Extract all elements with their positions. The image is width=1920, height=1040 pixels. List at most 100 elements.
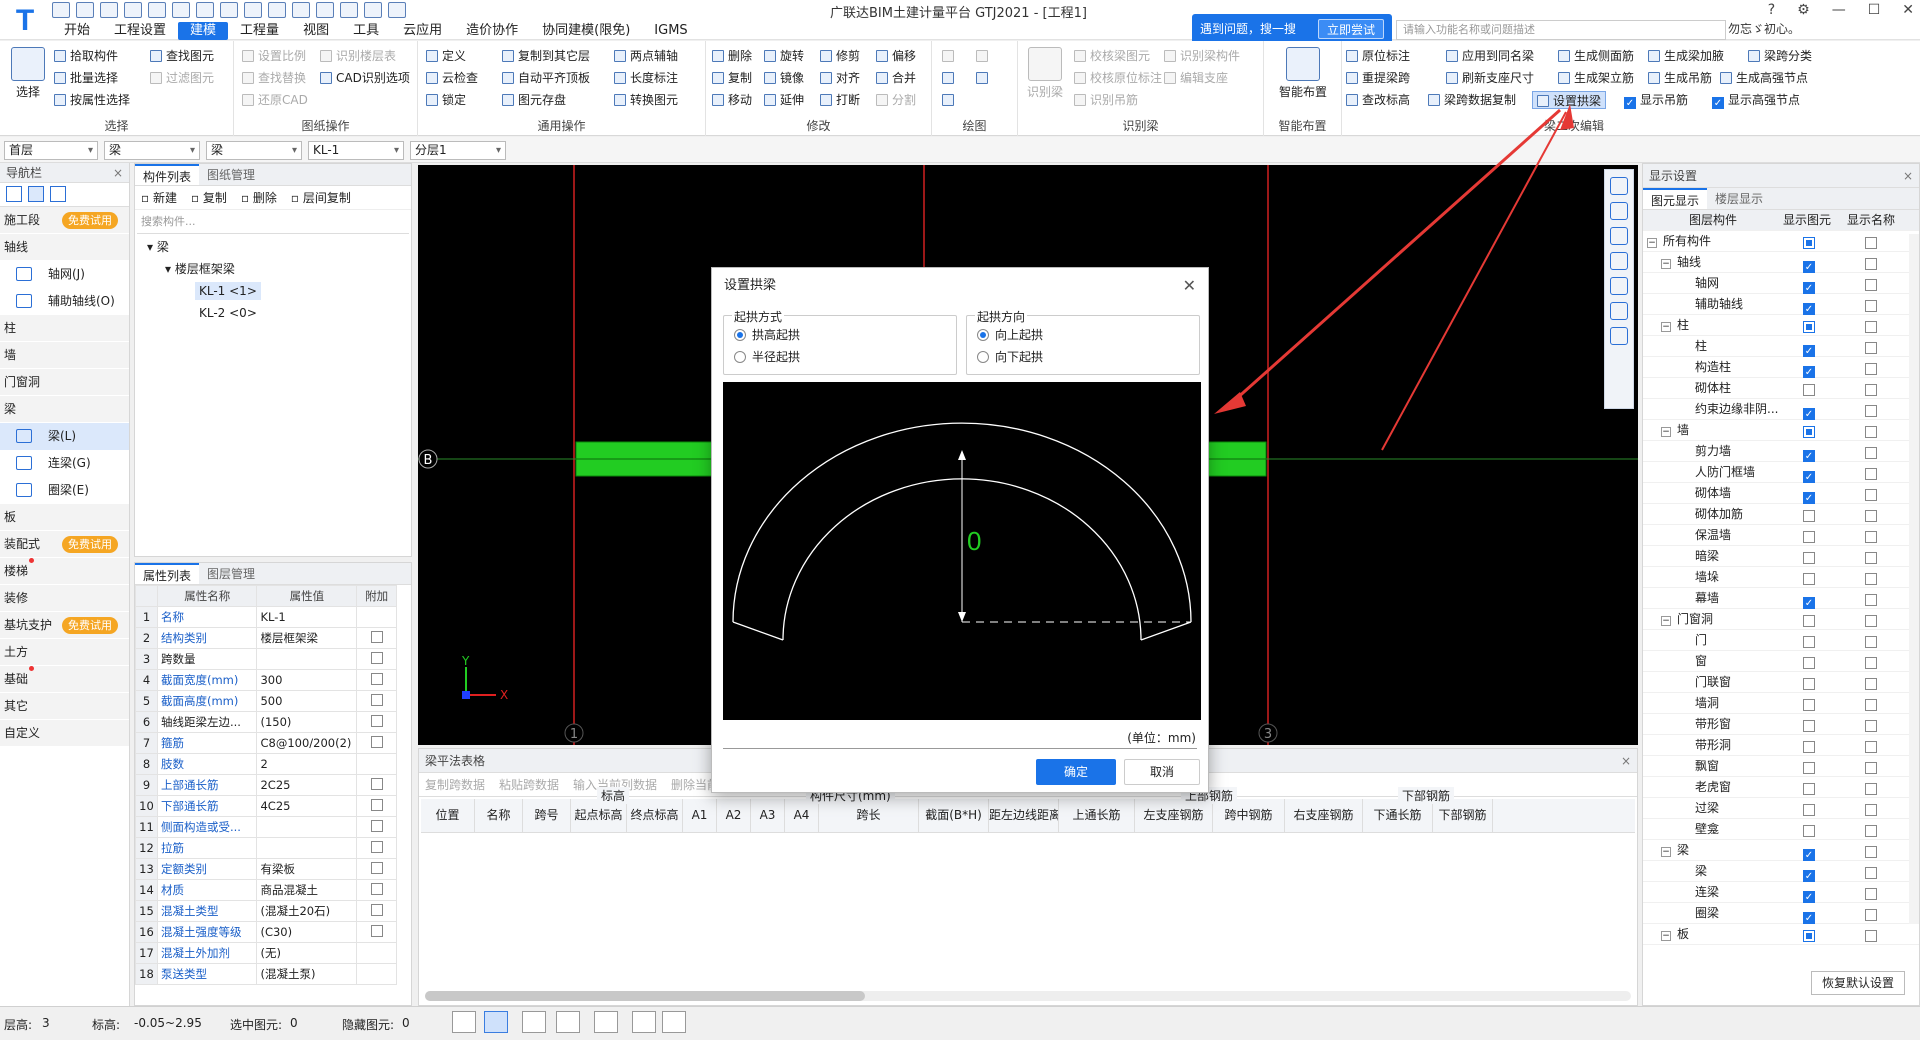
dialog-close-icon[interactable]: ✕ <box>1183 268 1196 304</box>
horizontal-scrollbar[interactable] <box>425 991 1631 1001</box>
free-trial-badge[interactable]: 免费试用 <box>62 212 118 229</box>
property-row[interactable]: 14 材质 商品混凝土 <box>135 879 397 901</box>
calc-icon[interactable] <box>220 2 238 18</box>
show-name-checkbox[interactable] <box>1865 237 1877 249</box>
mirror-button[interactable]: 镜像 <box>764 69 804 87</box>
display-row[interactable]: 连梁 <box>1643 882 1919 903</box>
recognize-hanger-button[interactable]: 识别吊筋 <box>1074 91 1138 109</box>
show-name-checkbox[interactable] <box>1865 867 1877 879</box>
show-high-strength-toggle[interactable]: 显示高强节点 <box>1712 91 1800 109</box>
copy-span-data-button[interactable]: 梁跨数据复制 <box>1428 91 1516 109</box>
save-icon[interactable] <box>100 2 118 18</box>
display-row[interactable]: 暗梁 <box>1643 546 1919 567</box>
show-element-checkbox[interactable] <box>1803 657 1815 669</box>
property-row[interactable]: 6 轴线距梁左边... (150) <box>135 711 397 733</box>
tab-drawing-manage[interactable]: 图纸管理 <box>199 164 263 185</box>
scrollbar-thumb[interactable] <box>425 991 865 1001</box>
trim-button[interactable]: 修剪 <box>820 47 860 65</box>
re-extract-span-button[interactable]: 重提梁跨 <box>1346 69 1410 87</box>
show-name-checkbox[interactable] <box>1865 909 1877 921</box>
property-row[interactable]: 17 混凝土外加剂 (无) <box>135 942 397 964</box>
redo-icon[interactable] <box>148 2 166 18</box>
nav-item-7[interactable]: 梁 <box>0 396 129 423</box>
set-arch-beam-button[interactable]: 设置拱梁 <box>1532 91 1607 109</box>
attach-checkbox[interactable] <box>370 882 383 895</box>
split-button[interactable]: 分割 <box>876 91 916 109</box>
show-name-checkbox[interactable] <box>1865 888 1877 900</box>
display-row[interactable]: 带形洞 <box>1643 735 1919 756</box>
copy-button[interactable]: 复制 <box>712 69 752 87</box>
auto-align-slab-button[interactable]: 自动平齐顶板 <box>502 69 590 87</box>
show-element-checkbox[interactable] <box>1803 426 1815 438</box>
cross-snap-icon[interactable] <box>522 1011 546 1033</box>
view-layer-icon[interactable] <box>1610 302 1628 320</box>
lock-button[interactable]: 锁定 <box>426 91 466 109</box>
display-row[interactable]: 门 <box>1643 630 1919 651</box>
copy-to-other-floor-button[interactable]: 复制到其它层 <box>502 47 590 65</box>
property-value[interactable]: 商品混凝土 <box>256 879 358 901</box>
restore-default-button[interactable]: 恢复默认设置 <box>1810 971 1905 995</box>
tab-property-list[interactable]: 属性列表 <box>135 563 200 584</box>
show-element-checkbox[interactable] <box>1803 384 1815 396</box>
attach-checkbox[interactable] <box>370 651 383 664</box>
view-2d-icon[interactable] <box>1610 202 1628 220</box>
display-row[interactable]: − 墙 <box>1643 420 1919 441</box>
show-element-checkbox[interactable] <box>1803 636 1815 648</box>
close-icon[interactable]: ✕ <box>1902 2 1914 18</box>
check-elevation-button[interactable]: 查改标高 <box>1346 91 1410 109</box>
rotate-point-icon[interactable] <box>976 47 992 65</box>
property-row[interactable]: 16 混凝土强度等级 (C30) <box>135 921 397 943</box>
display-row[interactable]: 梁 <box>1643 861 1919 882</box>
report-icon[interactable] <box>244 2 262 18</box>
floor-select[interactable]: 首层 <box>4 141 98 160</box>
display-row[interactable]: 构造柱 <box>1643 357 1919 378</box>
attach-checkbox[interactable] <box>370 924 383 937</box>
dynamic-input-icon[interactable] <box>594 1011 618 1033</box>
show-name-checkbox[interactable] <box>1865 489 1877 501</box>
line-draw-icon[interactable] <box>942 69 958 87</box>
display-row[interactable]: − 梁 <box>1643 840 1919 861</box>
show-name-checkbox[interactable] <box>1865 762 1877 774</box>
show-name-checkbox[interactable] <box>1865 279 1877 291</box>
align-button[interactable]: 对齐 <box>820 69 860 87</box>
nav-item-19[interactable]: 自定义 <box>0 720 129 747</box>
show-name-checkbox[interactable] <box>1865 552 1877 564</box>
property-row[interactable]: 9 上部通长筋 2C25 <box>135 774 397 796</box>
layer-select[interactable]: 分层1 <box>410 141 506 160</box>
show-name-checkbox[interactable] <box>1865 384 1877 396</box>
show-name-checkbox[interactable] <box>1865 447 1877 459</box>
show-name-checkbox[interactable] <box>1865 363 1877 375</box>
check-icon[interactable] <box>268 2 286 18</box>
property-value[interactable]: 2C25 <box>256 774 358 796</box>
radio-arch-down[interactable]: 向下起拱 <box>977 348 1043 365</box>
nav-item-5[interactable]: 墙 <box>0 342 129 369</box>
property-row[interactable]: 3 跨数量 <box>135 648 397 670</box>
attach-checkbox[interactable] <box>370 840 383 853</box>
show-element-checkbox[interactable] <box>1803 552 1815 564</box>
show-element-checkbox[interactable] <box>1803 573 1815 585</box>
break-button[interactable]: 打断 <box>820 91 860 109</box>
show-element-checkbox[interactable] <box>1803 783 1815 795</box>
property-value[interactable]: (无) <box>256 942 358 964</box>
tab-7[interactable]: 造价协作 <box>454 22 530 40</box>
export-icon[interactable] <box>340 2 358 18</box>
show-name-checkbox[interactable] <box>1865 825 1877 837</box>
close-icon[interactable]: × <box>1621 749 1631 773</box>
nav-item-3[interactable]: 辅助轴线(O) <box>0 288 129 315</box>
display-row[interactable]: 带形窗 <box>1643 714 1919 735</box>
define-button[interactable]: 定义 <box>426 47 466 65</box>
nav-item-15[interactable]: 基坑支护 免费试用 <box>0 612 129 639</box>
undo-icon[interactable] <box>124 2 142 18</box>
property-value[interactable]: (150) <box>256 711 358 733</box>
floor-copy-button[interactable]: ▫ 层间复制 <box>291 186 351 209</box>
attach-checkbox[interactable] <box>370 630 383 643</box>
show-element-checkbox[interactable] <box>1803 912 1815 924</box>
recognize-beam-comp-button[interactable]: 识别梁构件 <box>1164 47 1240 65</box>
zoom-extents-icon[interactable] <box>1610 277 1628 295</box>
gen-haunch-button[interactable]: 生成梁加腋 <box>1648 47 1724 65</box>
type-select[interactable]: 梁 <box>206 141 302 160</box>
refresh-support-button[interactable]: 刷新支座尺寸 <box>1446 69 1534 87</box>
show-element-checkbox[interactable] <box>1803 891 1815 903</box>
property-row[interactable]: 2 结构类别 楼层框架梁 <box>135 627 397 649</box>
display-row[interactable]: 门联窗 <box>1643 672 1919 693</box>
